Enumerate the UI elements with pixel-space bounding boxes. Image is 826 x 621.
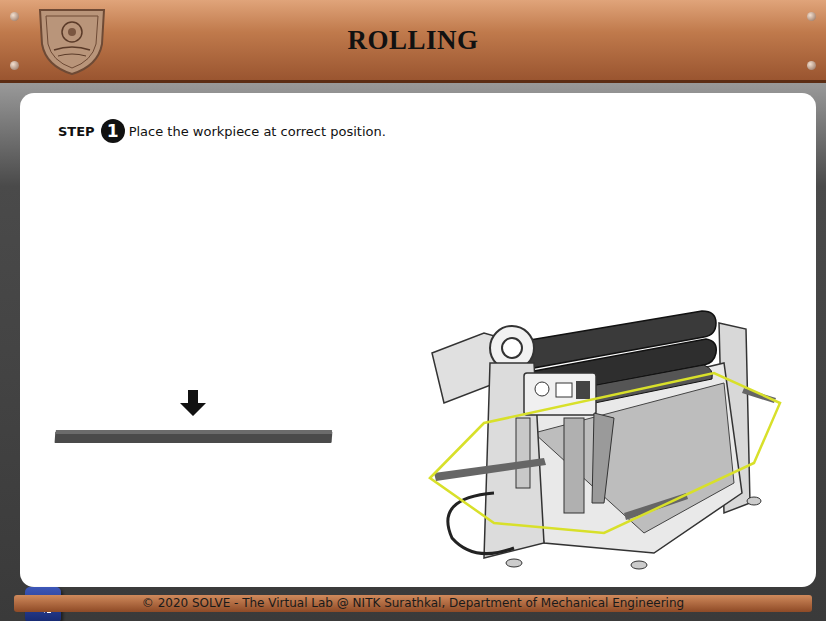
rivet-icon [807,61,816,70]
rivet-icon [10,12,19,21]
page-title: ROLLING [347,25,478,56]
step-text: Place the workpiece at correct position. [129,124,386,139]
logo [32,4,112,76]
workpiece-area [54,143,332,587]
step-number: 1 [101,119,125,143]
rivet-icon [10,61,19,70]
step-instruction: STEP 1 Place the workpiece at correct posi… [20,93,816,143]
rolling-machine-icon[interactable] [424,293,786,583]
rivet-icon [807,12,816,21]
header-bar: ROLLING [0,0,826,83]
copyright-text: © 2020 SOLVE - The Virtual Lab @ NITK Su… [142,596,684,610]
content-panel: STEP 1 Place the workpiece at correct posi… [20,93,816,587]
machine [424,143,786,587]
simulation-stage [20,143,816,587]
nitk-logo-icon [32,4,112,76]
footer: © 2020 SOLVE - The Virtual Lab @ NITK Su… [0,591,826,621]
lab-window: ROLLING STEP 1 Place the workpiece at corre… [0,0,826,621]
content-frame: STEP 1 Place the workpiece at correct posi… [0,83,826,591]
workpiece[interactable] [54,430,332,443]
down-arrow-icon [178,388,208,418]
footer-bar: © 2020 SOLVE - The Virtual Lab @ NITK Su… [14,595,812,612]
step-label: STEP [58,124,95,139]
